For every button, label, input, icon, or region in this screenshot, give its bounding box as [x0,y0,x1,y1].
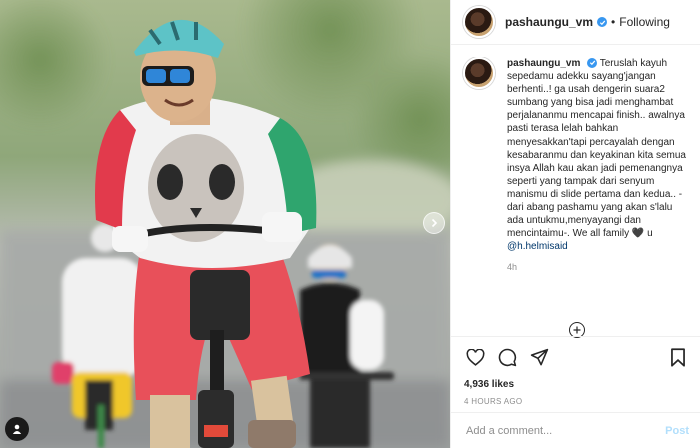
tagged-users-button[interactable] [5,417,29,441]
post-actions: 4,936 likes 4 HOURS AGO [451,336,700,406]
caption-age[interactable]: 4h [507,261,687,274]
chevron-right-icon [431,218,438,228]
user-icon [12,424,22,434]
header-username[interactable]: pashaungu_vm [505,15,593,29]
bookmark-icon [671,347,685,367]
post-comment-button[interactable]: Post [665,425,689,437]
plus-icon [573,326,581,334]
share-icon [530,348,548,365]
action-icons-row [451,337,700,369]
caption-username[interactable]: pashaungu_vm [507,58,580,69]
caption-text: Teruslah kayuh sepedamu adekku sayang'ja… [507,58,686,240]
next-slide-button[interactable] [423,212,445,234]
post-side-panel: pashaungu_vm • Following pashaungu_vm Te… [450,0,700,448]
add-comment-bar: Post [451,412,700,448]
caption-body: pashaungu_vm Teruslah kayuh sepedamu ade… [507,57,687,275]
post-header: pashaungu_vm • Following [451,0,700,45]
header-separator: • [611,15,616,29]
post-photo[interactable] [0,0,450,448]
caption-avatar[interactable] [463,57,495,89]
comment-icon [498,348,516,366]
share-button[interactable] [528,346,550,368]
comment-button[interactable] [496,346,518,368]
like-button[interactable] [464,346,486,368]
avatar[interactable] [463,6,495,38]
caption-mention-link[interactable]: @h.helmisaid [507,241,568,252]
comments-section[interactable]: pashaungu_vm Teruslah kayuh sepedamu ade… [451,57,700,327]
following-button[interactable]: Following [619,15,670,29]
save-button[interactable] [667,346,689,368]
likes-count[interactable]: 4,936 likes [451,369,700,390]
verified-badge-icon [597,17,608,27]
caption-verified-icon [587,57,598,68]
post-timestamp[interactable]: 4 HOURS AGO [451,390,700,406]
cyclist-photo [0,0,450,448]
instagram-post-view: pashaungu_vm • Following pashaungu_vm Te… [0,0,700,448]
caption: pashaungu_vm Teruslah kayuh sepedamu ade… [451,57,700,275]
heart-icon [466,348,484,366]
comment-input[interactable] [464,423,666,438]
